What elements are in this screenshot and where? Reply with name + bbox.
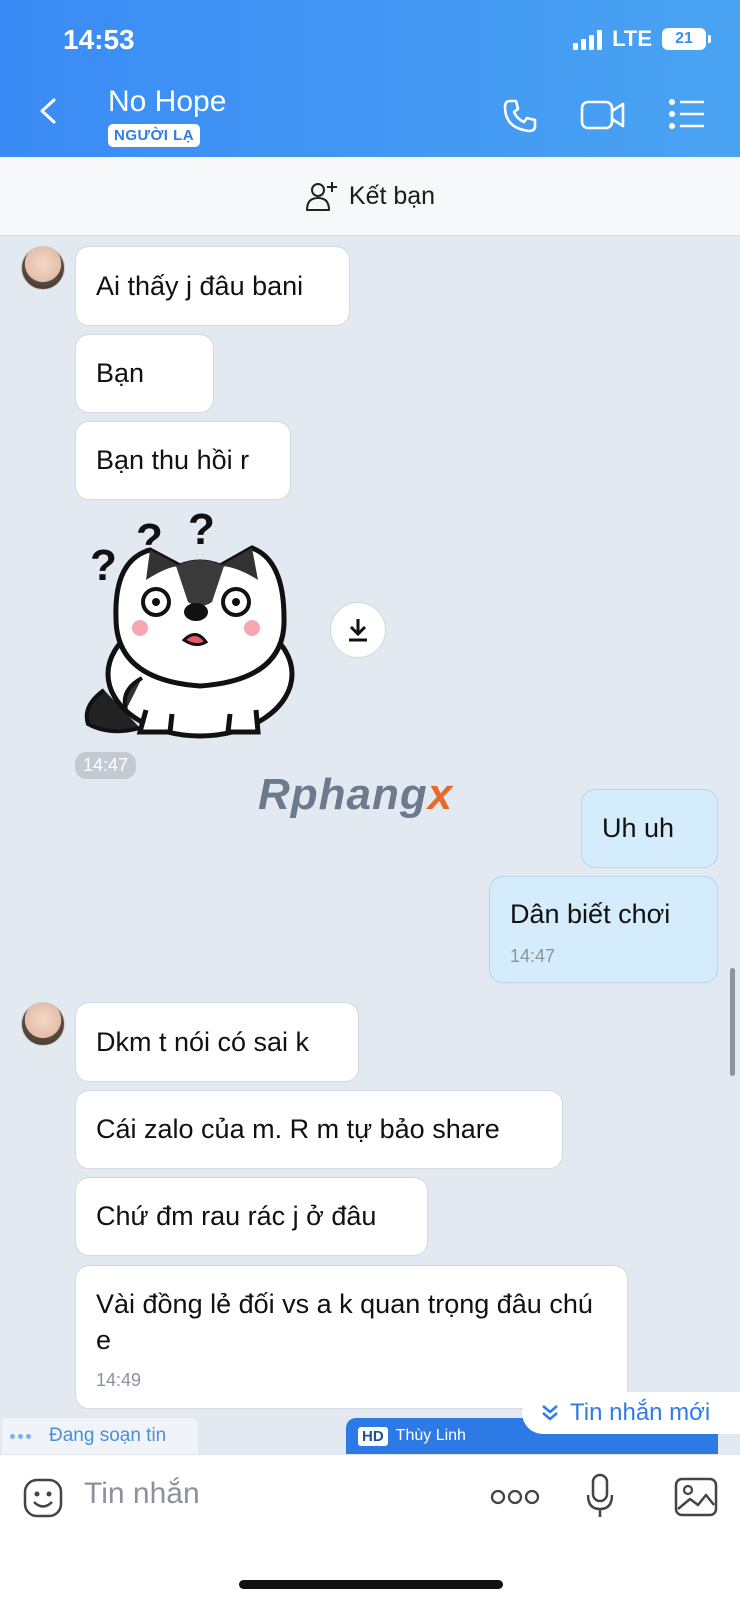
message-text: Bạn thu hồi r	[96, 445, 250, 475]
back-icon[interactable]	[36, 98, 62, 124]
watermark-suffix: x	[427, 770, 454, 819]
husky-sticker[interactable]: ? ? ?	[80, 510, 300, 742]
svg-text:?: ?	[188, 510, 215, 554]
battery-level: 21	[675, 30, 693, 47]
download-button[interactable]	[330, 602, 386, 658]
message-bubble[interactable]: Cái zalo của m. R m tự bảo share	[75, 1090, 563, 1169]
message-text: Dkm t nói có sai k	[96, 1026, 310, 1057]
watermark-logo: Rphangx	[258, 770, 453, 820]
phone-icon[interactable]	[502, 98, 538, 134]
pip-caller-name: Thùy Linh	[395, 1427, 466, 1444]
message-text: Uh uh	[602, 813, 675, 843]
new-messages-button[interactable]: Tin nhắn mới	[522, 1392, 740, 1434]
stranger-badge: NGƯỜI LẠ	[108, 124, 201, 147]
composer-bar: Tin nhắn	[0, 1454, 740, 1601]
message-text: Dân biết chơi	[510, 899, 671, 929]
add-person-icon	[305, 182, 337, 211]
battery-icon: 21	[662, 28, 711, 50]
message-bubble[interactable]: Vài đồng lẻ đối vs a k quan trọng đâu ch…	[75, 1265, 628, 1409]
more-icon[interactable]	[490, 1489, 540, 1505]
message-bubble[interactable]: Chứ đm rau rác j ở đâu	[75, 1177, 428, 1256]
typing-indicator: Đang soạn tin	[2, 1418, 198, 1454]
contact-avatar[interactable]	[21, 1002, 65, 1046]
message-bubble[interactable]: Bạn	[75, 334, 214, 413]
video-icon[interactable]	[580, 98, 626, 132]
message-text: Vài đồng lẻ đối vs a k quan trọng đâu ch…	[96, 1289, 593, 1355]
new-messages-label: Tin nhắn mới	[570, 1399, 711, 1426]
message-text: Cái zalo của m. R m tự bảo share	[96, 1114, 500, 1144]
scrollbar[interactable]	[730, 968, 735, 1076]
image-icon[interactable]	[674, 1477, 718, 1517]
contact-name[interactable]: No Hope	[108, 85, 226, 119]
message-input[interactable]: Tin nhắn	[84, 1477, 200, 1511]
contact-avatar[interactable]	[21, 246, 65, 290]
message-bubble[interactable]: Dkm t nói có sai k	[75, 1002, 359, 1082]
mic-icon[interactable]	[585, 1473, 615, 1519]
message-text: Chứ đm rau rác j ở đâu	[96, 1201, 377, 1231]
message-time: 14:49	[96, 1370, 142, 1390]
message-text: Bạn	[96, 358, 145, 388]
chevron-down-icon	[542, 1405, 558, 1421]
typing-dots-icon	[10, 1433, 31, 1439]
add-friend-label: Kết bạn	[348, 181, 436, 210]
message-time: 14:47	[510, 946, 556, 966]
signal-icon	[573, 28, 603, 50]
emoji-icon[interactable]	[22, 1477, 64, 1519]
chat-header: 14:53 LTE 21 No Hope NGƯỜI LẠ	[0, 0, 740, 157]
typing-label: Đang soạn tin	[49, 1425, 167, 1446]
message-bubble[interactable]: Ai thấy j đâu bani	[75, 246, 350, 326]
message-bubble[interactable]: Bạn thu hồi r	[75, 421, 291, 500]
svg-text:?: ?	[90, 541, 117, 590]
status-indicators: LTE 21	[573, 26, 711, 52]
message-time: 14:47	[75, 752, 137, 779]
add-friend-button[interactable]: Kết bạn	[0, 157, 740, 236]
status-time: 14:53	[63, 24, 135, 55]
home-indicator[interactable]	[239, 1580, 503, 1589]
watermark-text: Rphang	[258, 770, 428, 819]
menu-icon[interactable]	[668, 98, 706, 130]
my-message-bubble[interactable]: Uh uh	[581, 789, 718, 868]
download-icon	[349, 619, 367, 642]
network-label: LTE	[612, 26, 652, 51]
message-text: Ai thấy j đâu bani	[96, 270, 304, 301]
my-message-bubble[interactable]: Dân biết chơi 14:47	[489, 876, 718, 983]
hd-badge: HD	[358, 1426, 388, 1446]
